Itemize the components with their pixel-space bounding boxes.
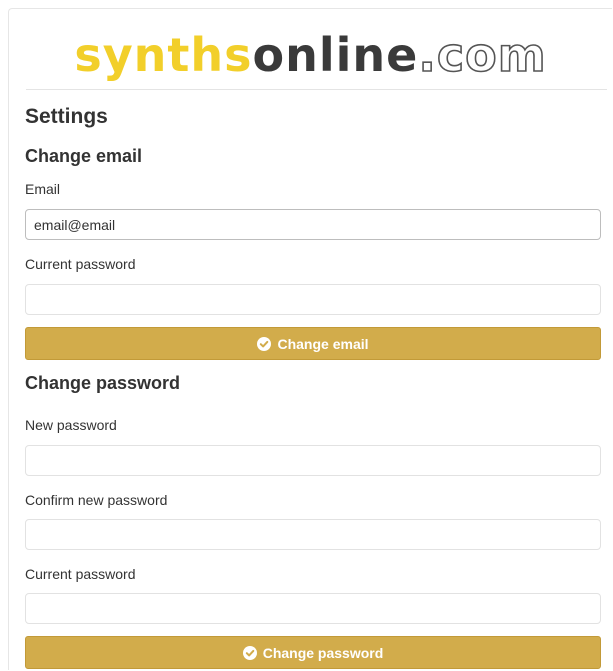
logo-part-synths: synths [74,28,253,82]
logo-part-com: .com [418,27,547,83]
logo-part-online: online [252,28,419,82]
check-circle-icon [257,336,272,351]
password-current-password-field[interactable] [25,593,601,624]
change-email-button[interactable]: Change email [25,327,601,360]
change-password-heading: Change password [25,373,181,393]
email-field[interactable] [25,209,601,240]
site-logo[interactable]: synthsonline.com [9,27,612,83]
new-password-label: New password [25,417,117,433]
confirm-new-password-field[interactable] [25,519,601,550]
change-password-button-label: Change password [262,644,384,661]
check-circle-icon [242,645,257,660]
current-password-label: Current password [25,566,136,582]
new-password-field[interactable] [25,445,601,476]
email-current-password-field[interactable] [25,284,601,315]
email-label: Email [25,181,61,197]
change-email-heading: Change email [25,146,143,166]
settings-panel: synthsonline.com Settings Change email E… [8,8,612,670]
change-email-button-label: Change email [277,335,369,352]
confirm-password-label: Confirm new password [25,492,168,508]
change-password-button[interactable]: Change password [25,636,601,669]
current-password-label: Current password [25,256,136,272]
logo-divider [26,89,607,90]
page-title: Settings [25,105,108,128]
